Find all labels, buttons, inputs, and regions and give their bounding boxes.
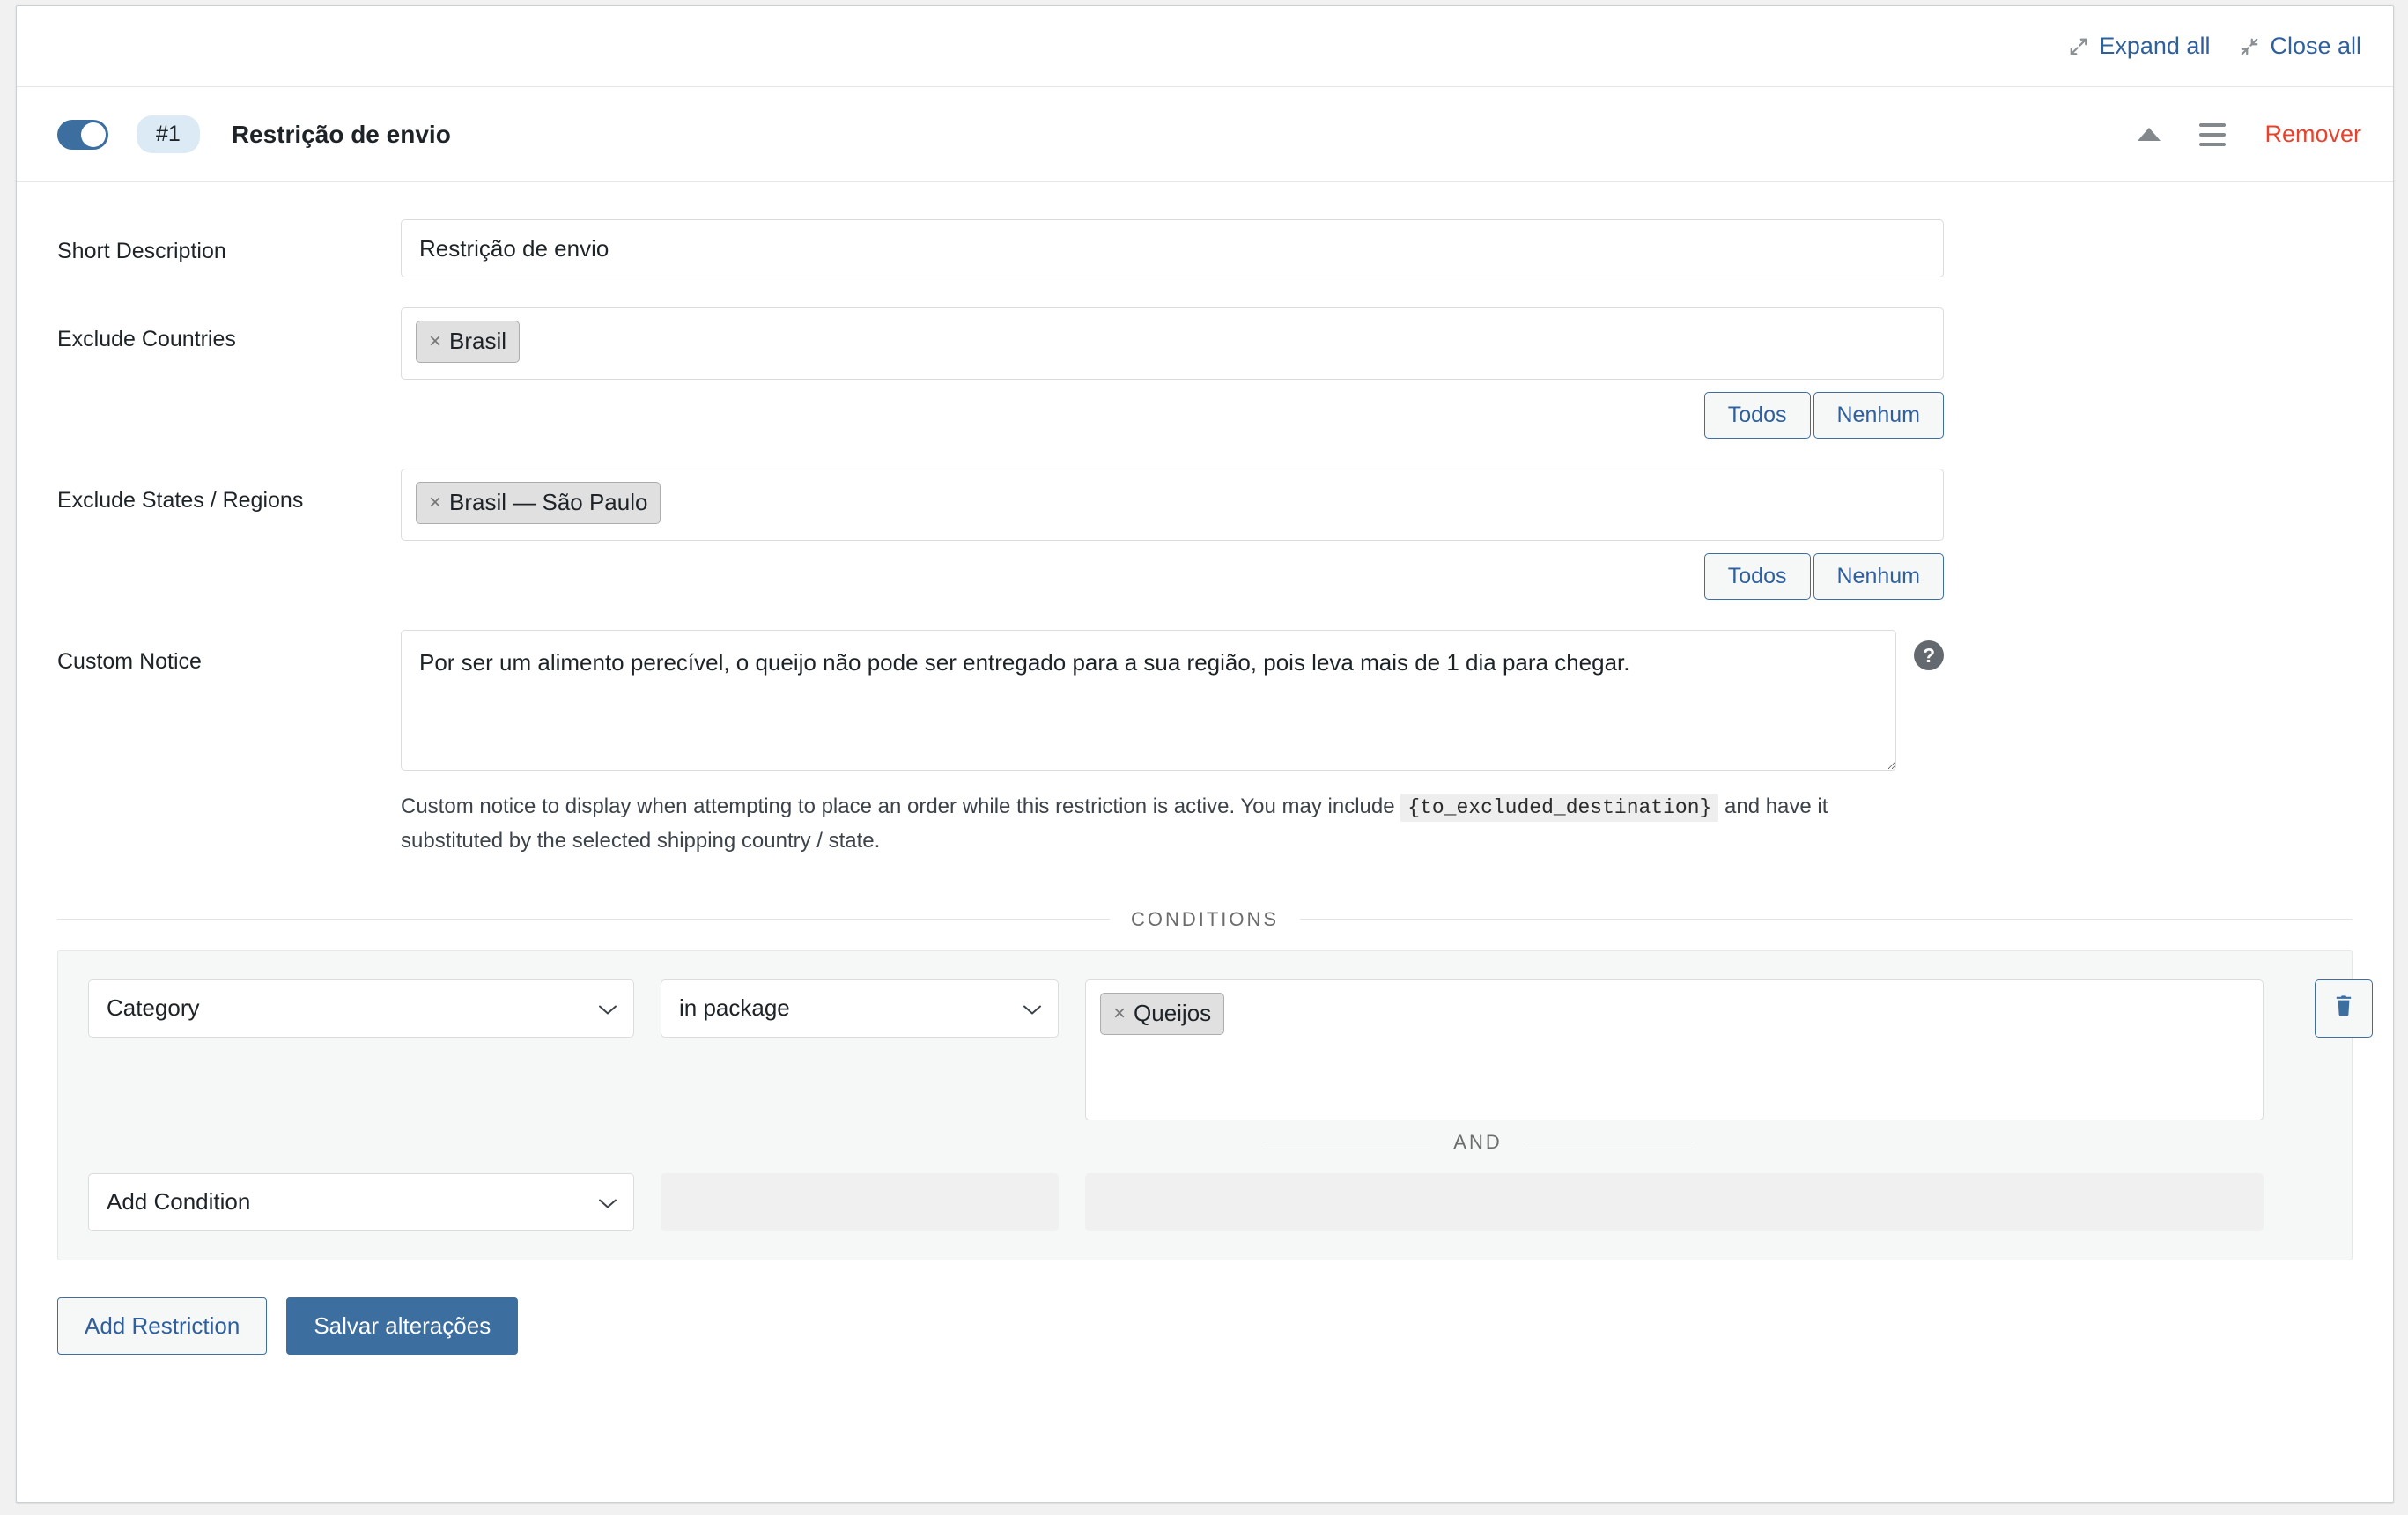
add-condition-value-placeholder: [1085, 1172, 2264, 1231]
help-icon[interactable]: ?: [1914, 640, 1944, 670]
restriction-header-actions: Remover: [2138, 121, 2361, 148]
expand-icon: [2069, 37, 2088, 56]
exclude-states-all-button[interactable]: Todos: [1703, 553, 1811, 600]
help-text-before: Custom notice to display when attempting…: [401, 794, 1401, 818]
exclude-countries-label: Exclude Countries: [57, 327, 236, 351]
exclude-states-multiselect[interactable]: × Brasil — São Paulo: [401, 469, 1944, 541]
divider-line-right: [1300, 919, 2353, 920]
condition-row: Category in package × Queijos: [88, 979, 2373, 1120]
remove-restriction-button[interactable]: Remover: [2264, 121, 2361, 148]
chevron-up-icon[interactable]: [2138, 128, 2161, 141]
exclude-countries-none-button[interactable]: Nenhum: [1813, 392, 1944, 439]
add-condition-row: Add Condition: [88, 1172, 2322, 1231]
save-changes-button[interactable]: Salvar alterações: [286, 1297, 519, 1355]
add-condition-select[interactable]: Add Condition: [88, 1172, 634, 1231]
app-page: Expand all Close all #1 Restrição de env…: [0, 0, 2408, 1515]
expand-all-label: Expand all: [2099, 33, 2211, 59]
condition-type-value: Category: [107, 994, 200, 1022]
short-description-label: Short Description: [57, 239, 226, 263]
short-description-row: Short Description: [57, 219, 2353, 277]
close-all-button[interactable]: Close all: [2240, 33, 2361, 60]
condition-operator-value: in package: [679, 994, 790, 1022]
tag-label: Queijos: [1134, 999, 1212, 1026]
and-label: AND: [1453, 1130, 1503, 1153]
restriction-body: Short Description Exclude Countries × Br…: [17, 182, 2393, 1260]
remove-tag-icon[interactable]: ×: [429, 328, 441, 355]
exclude-countries-buttons: Todos Nenhum: [401, 392, 1944, 439]
and-divider: AND: [88, 1131, 2322, 1154]
tag-label: Brasil — São Paulo: [449, 489, 648, 515]
remove-tag-icon[interactable]: ×: [429, 489, 441, 516]
exclude-states-label: Exclude States / Regions: [57, 488, 304, 513]
collapse-icon: [2240, 37, 2259, 56]
restriction-title: Restrição de envio: [231, 120, 451, 148]
panel-toolbar: Expand all Close all: [17, 6, 2393, 87]
add-condition-label: Add Condition: [107, 1188, 251, 1216]
exclude-countries-row: Exclude Countries × Brasil Todos Nenhum: [57, 307, 2353, 439]
divider-line-left: [57, 919, 1110, 920]
condition-value-multiselect[interactable]: × Queijos: [1085, 979, 2264, 1120]
placeholder-token: {to_excluded_destination}: [1400, 794, 1719, 822]
drag-handle-icon[interactable]: [2199, 122, 2227, 146]
restriction-index-badge: #1: [137, 115, 200, 153]
exclude-countries-all-button[interactable]: Todos: [1703, 392, 1811, 439]
add-restriction-button[interactable]: Add Restriction: [57, 1297, 268, 1355]
short-description-input[interactable]: [401, 219, 1944, 277]
close-all-label: Close all: [2270, 33, 2361, 59]
tag-item[interactable]: × Brasil: [416, 321, 521, 363]
chevron-down-icon: [598, 1188, 617, 1216]
conditions-section-divider: CONDITIONS: [57, 908, 2353, 931]
expand-all-button[interactable]: Expand all: [2069, 33, 2210, 60]
chevron-down-icon: [1023, 994, 1042, 1022]
chevron-down-icon: [598, 994, 617, 1022]
condition-operator-select[interactable]: in package: [661, 979, 1059, 1038]
restriction-header: #1 Restrição de envio Remover: [17, 87, 2393, 182]
exclude-states-buttons: Todos Nenhum: [401, 553, 1944, 600]
custom-notice-textarea[interactable]: [401, 630, 1896, 771]
trash-icon: [2331, 994, 2356, 1023]
remove-tag-icon[interactable]: ×: [1113, 1000, 1126, 1027]
restriction-enabled-toggle[interactable]: [57, 119, 108, 150]
custom-notice-help: Custom notice to display when attempting…: [401, 790, 1933, 857]
exclude-states-row: Exclude States / Regions × Brasil — São …: [57, 469, 2353, 600]
conditions-box: Category in package × Queijos AND Add Co…: [57, 950, 2373, 1260]
tag-label: Brasil: [449, 328, 507, 354]
add-condition-operator-placeholder: [661, 1172, 1059, 1231]
tag-item[interactable]: × Queijos: [1100, 992, 1225, 1035]
restrictions-panel: Expand all Close all #1 Restrição de env…: [16, 5, 2394, 1503]
toggle-knob: [81, 122, 106, 147]
custom-notice-row: Custom Notice ? Custom notice to display…: [57, 630, 2353, 857]
exclude-countries-multiselect[interactable]: × Brasil: [401, 307, 1944, 380]
exclude-states-none-button[interactable]: Nenhum: [1813, 553, 1944, 600]
condition-type-select[interactable]: Category: [88, 979, 634, 1038]
panel-footer: Add Restriction Salvar alterações: [17, 1260, 2393, 1408]
conditions-section-label: CONDITIONS: [1130, 907, 1280, 930]
delete-condition-button[interactable]: [2315, 979, 2373, 1038]
custom-notice-label: Custom Notice: [57, 649, 202, 674]
tag-item[interactable]: × Brasil — São Paulo: [416, 482, 661, 524]
